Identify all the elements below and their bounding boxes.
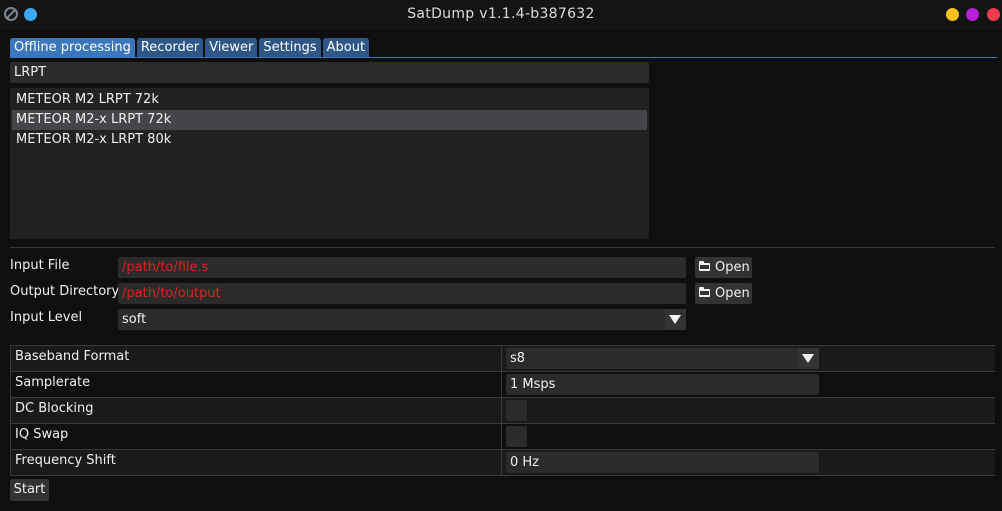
dc-blocking-checkbox[interactable] xyxy=(506,400,527,421)
pipeline-item-meteor-m2x-lrpt-72k[interactable]: METEOR M2-x LRPT 72k xyxy=(12,110,647,130)
window-title: SatDump v1.1.4-b387632 xyxy=(407,6,595,22)
minimize-button[interactable] xyxy=(946,8,959,21)
table-row: DC Blocking xyxy=(11,398,995,424)
pipeline-list[interactable]: METEOR M2 LRPT 72k METEOR M2-x LRPT 72k … xyxy=(10,88,649,239)
folder-icon xyxy=(699,261,710,271)
chevron-down-icon[interactable] xyxy=(665,309,686,330)
frequency-shift-label: Frequency Shift xyxy=(15,453,116,468)
output-directory-field[interactable]: /path/to/output xyxy=(118,283,686,304)
table-row: Baseband Format s8 xyxy=(11,346,995,372)
input-level-label: Input Level xyxy=(10,310,83,325)
table-row: IQ Swap xyxy=(11,424,995,450)
frequency-shift-input[interactable]: 0 Hz xyxy=(506,452,819,473)
output-directory-label: Output Directory xyxy=(10,284,120,299)
separator xyxy=(10,247,995,248)
column-divider xyxy=(501,346,502,476)
baseband-format-select[interactable]: s8 xyxy=(506,348,819,369)
pipeline-item-meteor-m2x-lrpt-80k[interactable]: METEOR M2-x LRPT 80k xyxy=(12,130,647,150)
table-row: Frequency Shift 0 Hz xyxy=(11,450,995,476)
title-bar[interactable]: SatDump v1.1.4-b387632 xyxy=(0,0,1002,30)
open-button-label: Open xyxy=(715,286,750,301)
tab-bar: Offline processing Recorder Viewer Setti… xyxy=(10,38,370,57)
tab-about[interactable]: About xyxy=(322,38,370,57)
samplerate-label: Samplerate xyxy=(15,375,91,390)
dc-blocking-label: DC Blocking xyxy=(15,401,94,416)
baseband-format-value: s8 xyxy=(510,351,526,366)
folder-icon xyxy=(699,287,710,297)
input-file-field[interactable]: /path/to/file.s xyxy=(118,257,686,278)
start-button[interactable]: Start xyxy=(10,479,49,501)
samplerate-input[interactable]: 1 Msps xyxy=(506,374,819,395)
chevron-down-icon[interactable] xyxy=(798,348,819,369)
input-level-select[interactable]: soft xyxy=(118,309,686,330)
close-button[interactable] xyxy=(987,8,1000,21)
tab-viewer[interactable]: Viewer xyxy=(205,38,258,57)
pipeline-search-input[interactable]: LRPT xyxy=(10,62,649,83)
iq-swap-label: IQ Swap xyxy=(15,427,69,442)
pipeline-item-meteor-m2-lrpt-72k[interactable]: METEOR M2 LRPT 72k xyxy=(12,90,647,110)
input-file-open-button[interactable]: Open xyxy=(695,257,752,278)
tab-offline-processing[interactable]: Offline processing xyxy=(10,38,135,57)
main-window: Offline processing Recorder Viewer Setti… xyxy=(0,30,1002,511)
tab-underline xyxy=(10,57,997,58)
open-button-label: Open xyxy=(715,260,750,275)
maximize-button[interactable] xyxy=(966,8,979,21)
parameters-table: Baseband Format s8 Samplerate 1 Msps DC … xyxy=(10,345,995,476)
baseband-format-label: Baseband Format xyxy=(15,349,130,364)
input-file-label: Input File xyxy=(10,258,70,273)
tab-recorder[interactable]: Recorder xyxy=(136,38,204,57)
tab-settings[interactable]: Settings xyxy=(259,38,321,57)
output-directory-open-button[interactable]: Open xyxy=(695,283,752,304)
input-level-value: soft xyxy=(122,312,147,327)
table-row: Samplerate 1 Msps xyxy=(11,372,995,398)
iq-swap-checkbox[interactable] xyxy=(506,426,527,447)
